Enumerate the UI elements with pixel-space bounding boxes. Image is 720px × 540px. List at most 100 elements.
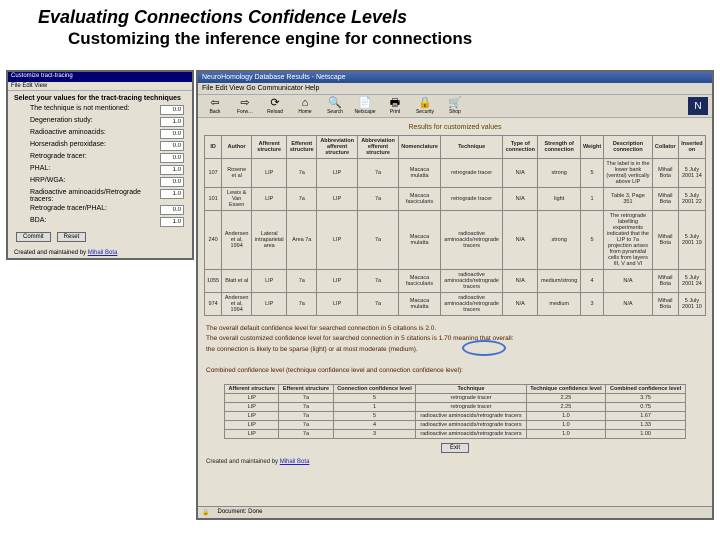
table-cell: 1.33 — [606, 420, 686, 429]
technique-value-input[interactable] — [160, 177, 184, 187]
technique-value-input[interactable] — [160, 117, 184, 127]
print-button-icon: 🖶 — [390, 98, 400, 109]
technique-value-input[interactable] — [160, 153, 184, 163]
table-cell: Rosene et al — [222, 159, 252, 188]
customize-heading: Select your values for the tract-tracing… — [8, 91, 192, 104]
security-button[interactable]: 🔒Security — [412, 98, 438, 115]
table-cell: strong — [538, 159, 581, 188]
table-cell: 7a — [279, 429, 333, 438]
customize-window: Customize tract-tracing File Edit View S… — [6, 70, 194, 260]
table-cell: 2.25 — [526, 393, 606, 402]
technique-label: Radioactive aminoacids/Retrograde tracer… — [30, 189, 160, 203]
browser-credit-link[interactable]: Mihail Bota — [280, 459, 310, 465]
technique-value-input[interactable] — [160, 189, 184, 199]
table-cell: LIP — [225, 420, 279, 429]
table-cell: Mihail Bota — [652, 188, 678, 211]
table-cell: 5 July 2001 24 — [678, 270, 705, 293]
table-cell: 7a — [287, 270, 317, 293]
table-cell: LIP — [252, 188, 287, 211]
home-button-icon: ⌂ — [302, 98, 309, 109]
technique-value-input[interactable] — [160, 165, 184, 175]
table-cell: 4 — [580, 270, 603, 293]
table-cell: 5 July 2001 19 — [678, 211, 705, 270]
table-cell: 107 — [205, 159, 222, 188]
technique-row: Retrograde tracer: — [8, 152, 192, 164]
customize-menubar[interactable]: File Edit View — [8, 82, 192, 91]
summary-line-4: Combined confidence level (technique con… — [206, 366, 704, 376]
table-cell: 3 — [580, 293, 603, 316]
column-header: Type of connection — [503, 136, 538, 159]
table-cell: Mihail Bota — [652, 211, 678, 270]
table-cell: retrograde tracer — [441, 159, 503, 188]
table-cell: retrograde tracer — [416, 402, 526, 411]
column-header: Combined confidence level — [606, 384, 686, 393]
search-button[interactable]: 🔍Search — [322, 98, 348, 115]
column-header: Efferent structure — [287, 136, 317, 159]
table-cell: 7a — [358, 211, 399, 270]
toolbar-label: Print — [390, 109, 400, 115]
column-header: Description connection — [604, 136, 653, 159]
technique-value-input[interactable] — [160, 217, 184, 227]
security-button-icon: 🔒 — [418, 98, 432, 109]
reset-button[interactable]: Reset — [57, 232, 87, 242]
table-row: 240Andersen et al, 1994Lateral intrapari… — [205, 211, 706, 270]
home-button[interactable]: ⌂Home — [292, 98, 318, 115]
exit-button[interactable]: Exit — [441, 443, 469, 453]
table-cell: Macaca fascicularis — [398, 188, 440, 211]
table-cell: 5 July 2001 10 — [678, 293, 705, 316]
technique-label: HRP/WGA: — [30, 177, 65, 187]
table-row: 974Andersen et al, 1994LIP7aLIP7aMacaca … — [205, 293, 706, 316]
technique-value-input[interactable] — [160, 129, 184, 139]
column-header: Afferent structure — [252, 136, 287, 159]
commit-button[interactable]: Commit — [16, 232, 51, 242]
table-row: LIP7a3radioactive aminoacids/retrograde … — [225, 429, 686, 438]
table-cell: 1.0 — [526, 420, 606, 429]
netscape-button-icon: 📄 — [358, 98, 372, 109]
credit-link[interactable]: Mihail Bota — [88, 250, 118, 256]
table-cell: medium/strong — [538, 270, 581, 293]
table-cell: Mihail Bota — [652, 159, 678, 188]
summary-line-1: The overall default confidence level for… — [206, 324, 704, 334]
table-cell: N/A — [503, 293, 538, 316]
table-cell: Area 7a — [287, 211, 317, 270]
table-cell: 5 July 2001 22 — [678, 188, 705, 211]
technique-label: Retrograde tracer: — [30, 153, 87, 163]
table-cell: 7a — [358, 159, 399, 188]
table-cell: The retrograde labelling experiments ind… — [604, 211, 653, 270]
table-cell: radioactive aminoacids/retrograde tracer… — [416, 420, 526, 429]
shop-button-icon: 🛒 — [448, 98, 462, 109]
reload-button[interactable]: ⟳Reload — [262, 98, 288, 115]
table-cell: radioactive aminoacids/retrograde tracer… — [416, 411, 526, 420]
column-header: Abbreviation afferent structure — [317, 136, 358, 159]
table-cell: 1055 — [205, 270, 222, 293]
table-cell: 240 — [205, 211, 222, 270]
customize-window-title: Customize tract-tracing — [8, 72, 192, 82]
technique-value-input[interactable] — [160, 105, 184, 115]
table-cell: 3 — [333, 429, 416, 438]
technique-value-input[interactable] — [160, 205, 184, 215]
technique-label: Horseradish peroxidase: — [30, 141, 106, 151]
toolbar-label: Home — [298, 109, 311, 115]
table-cell: N/A — [503, 159, 538, 188]
browser-titlebar: NeuroHomology Database Results - Netscap… — [198, 72, 712, 83]
netscape-button[interactable]: 📄Netscape — [352, 98, 378, 115]
table-cell: N/A — [503, 188, 538, 211]
table-row: 1055Blatt et alLIP7aLIP7aMacaca fascicul… — [205, 270, 706, 293]
back-button[interactable]: ⇦Back — [202, 98, 228, 115]
table-row: LIP7a5radioactive aminoacids/retrograde … — [225, 411, 686, 420]
forward-button[interactable]: ⇨Forw… — [232, 98, 258, 115]
table-cell: LIP — [252, 270, 287, 293]
technique-label: Retrograde tracer/PHAL: — [30, 205, 107, 215]
print-button[interactable]: 🖶Print — [382, 98, 408, 115]
table-cell: radioactive aminoacids/retrograde tracer… — [441, 211, 503, 270]
toolbar-label: Forw… — [237, 109, 253, 115]
browser-window: NeuroHomology Database Results - Netscap… — [196, 70, 714, 520]
browser-menubar[interactable]: File Edit View Go Communicator Help — [198, 83, 712, 95]
column-header: Nomenclature — [398, 136, 440, 159]
table-cell: medium — [538, 293, 581, 316]
table-cell: 1.0 — [526, 429, 606, 438]
technique-value-input[interactable] — [160, 141, 184, 151]
table-cell: Mihail Bota — [652, 270, 678, 293]
table-cell: Macaca mulatta — [398, 293, 440, 316]
shop-button[interactable]: 🛒Shop — [442, 98, 468, 115]
